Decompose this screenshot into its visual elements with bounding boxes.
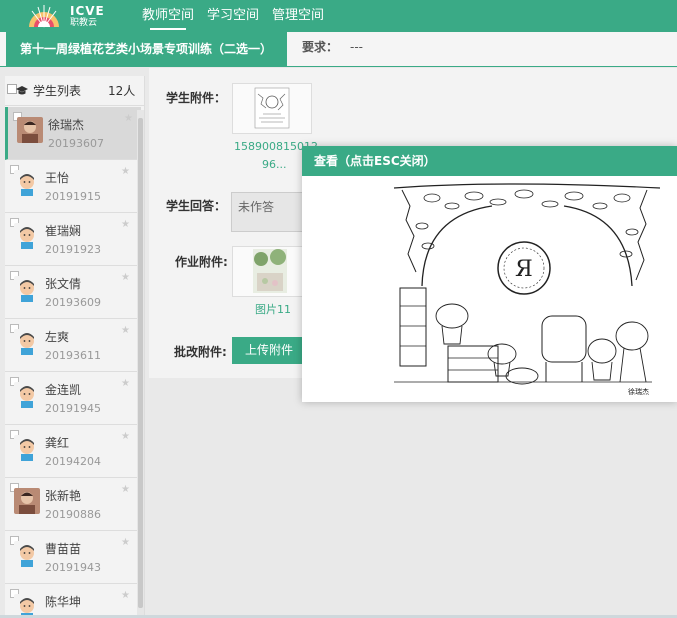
student-id: 20194204 <box>45 455 101 468</box>
star-icon[interactable]: ★ <box>121 219 130 230</box>
student-id: 20190886 <box>45 508 101 521</box>
student-avatar <box>14 170 40 196</box>
student-id: 20193607 <box>48 137 104 150</box>
logo-text: ICVE <box>70 4 105 18</box>
assignment-title-bar: 第十一周绿植花艺类小场景专项训练（二选一） 要求： --- <box>0 32 677 67</box>
student-list-item[interactable]: 陈华坤 ★ <box>5 584 141 618</box>
student-name: 张新艳 <box>45 489 82 503</box>
upload-attachment-button[interactable]: 上传附件 <box>232 337 306 364</box>
star-icon[interactable]: ★ <box>121 272 130 283</box>
svg-text:Я: Я <box>515 257 533 282</box>
garden-sketch-image: Я 徐瑞杰 <box>384 183 666 398</box>
main-nav: 教师空间 学习空间 管理空间 <box>142 0 337 32</box>
student-name: 徐瑞杰 <box>48 118 85 132</box>
garden-image-icon <box>253 249 287 293</box>
scrollbar-thumb[interactable] <box>138 118 143 608</box>
graduation-cap-icon <box>16 86 28 95</box>
student-name: 陈华坤 <box>45 595 82 609</box>
nav-learning-space[interactable]: 学习空间 <box>207 0 259 32</box>
nav-management-space[interactable]: 管理空间 <box>272 0 324 32</box>
assignment-title: 第十一周绿植花艺类小场景专项训练（二选一） <box>6 32 287 67</box>
student-list-item[interactable]: 张文倩 20193609 ★ <box>5 266 141 319</box>
image-view-dialog: 查看（点击ESC关闭） Я 徐瑞杰 <box>302 146 677 402</box>
logo-subtitle: 职教云 <box>70 18 98 28</box>
student-list-item[interactable]: 张新艳 20190886 ★ <box>5 478 141 531</box>
student-name: 左爽 <box>45 330 70 344</box>
student-avatar <box>14 382 40 408</box>
student-list-item[interactable]: 曹苗苗 20191943 ★ <box>5 531 141 584</box>
star-icon[interactable]: ★ <box>121 431 130 442</box>
student-avatar <box>14 329 40 355</box>
star-icon[interactable]: ★ <box>121 378 130 389</box>
student-id: 20191915 <box>45 190 101 203</box>
student-list-header: 学生列表 12人 <box>5 76 144 106</box>
top-nav-bar: ICVE 职教云 教师空间 学习空间 管理空间 <box>0 0 677 32</box>
dialog-image: Я 徐瑞杰 <box>302 176 677 402</box>
logo-fan-icon <box>29 5 59 28</box>
student-list-item[interactable]: 金连凯 20191945 ★ <box>5 372 141 425</box>
student-id: 20193609 <box>45 296 101 309</box>
star-icon[interactable]: ★ <box>121 325 130 336</box>
student-list-scrollbar[interactable] <box>137 110 144 615</box>
star-icon[interactable]: ★ <box>121 166 130 177</box>
student-id: 20193611 <box>45 349 101 362</box>
student-list-item[interactable]: 徐瑞杰 20193607 ★ <box>5 107 141 160</box>
student-id: 20191945 <box>45 402 101 415</box>
student-name: 龚红 <box>45 436 70 450</box>
student-avatar <box>14 276 40 302</box>
student-avatar <box>17 117 43 143</box>
requirement-label: 要求： <box>302 40 339 54</box>
dialog-title[interactable]: 查看（点击ESC关闭） <box>302 146 677 176</box>
student-name: 曹苗苗 <box>45 542 82 556</box>
nav-teacher-space[interactable]: 教师空间 <box>142 0 194 32</box>
star-icon[interactable]: ★ <box>124 113 133 124</box>
student-answer-label: 学生回答： <box>166 199 227 213</box>
student-list-item[interactable]: 崔瑞娴 20191923 ★ <box>5 213 141 266</box>
homework-attachment-thumbnail[interactable] <box>232 246 306 297</box>
student-list-title: 学生列表 <box>33 84 82 98</box>
student-attachment-label: 学生附件： <box>166 91 227 105</box>
student-avatar <box>14 488 40 514</box>
student-list-sidebar: 学生列表 12人 徐瑞杰 20193607 ★ 王怡 20191915 ★ 崔瑞娴 20191… <box>5 76 145 618</box>
student-name: 王怡 <box>45 171 70 185</box>
star-icon[interactable]: ★ <box>121 537 130 548</box>
student-attachment-link-line2[interactable]: 96... <box>262 156 287 173</box>
sketch-signature: 徐瑞杰 <box>628 387 649 396</box>
student-name: 金连凯 <box>45 383 82 397</box>
student-avatar <box>14 435 40 461</box>
student-answer-box: 未作答 <box>231 192 311 232</box>
requirement-value: --- <box>350 40 363 54</box>
logo[interactable]: ICVE 职教云 <box>26 3 136 29</box>
student-avatar <box>14 541 40 567</box>
student-id: 20191943 <box>45 561 101 574</box>
student-avatar <box>14 223 40 249</box>
student-name: 张文倩 <box>45 277 82 291</box>
student-id: 20191923 <box>45 243 101 256</box>
star-icon[interactable]: ★ <box>121 484 130 495</box>
student-list-item[interactable]: 左爽 20193611 ★ <box>5 319 141 372</box>
student-count: 12人 <box>108 84 136 98</box>
homework-attachment-label: 作业附件: <box>175 255 228 269</box>
star-icon[interactable]: ★ <box>121 590 130 601</box>
student-list-item[interactable]: 王怡 20191915 ★ <box>5 160 141 213</box>
student-attachment-thumbnail[interactable] <box>232 83 312 134</box>
homework-attachment-link[interactable]: 图片11 <box>255 301 291 318</box>
student-name: 崔瑞娴 <box>45 224 82 238</box>
review-attachment-label: 批改附件: <box>174 345 227 359</box>
sketch-thumbnail-icon <box>254 87 290 129</box>
student-list-item[interactable]: 龚红 20194204 ★ <box>5 425 141 478</box>
